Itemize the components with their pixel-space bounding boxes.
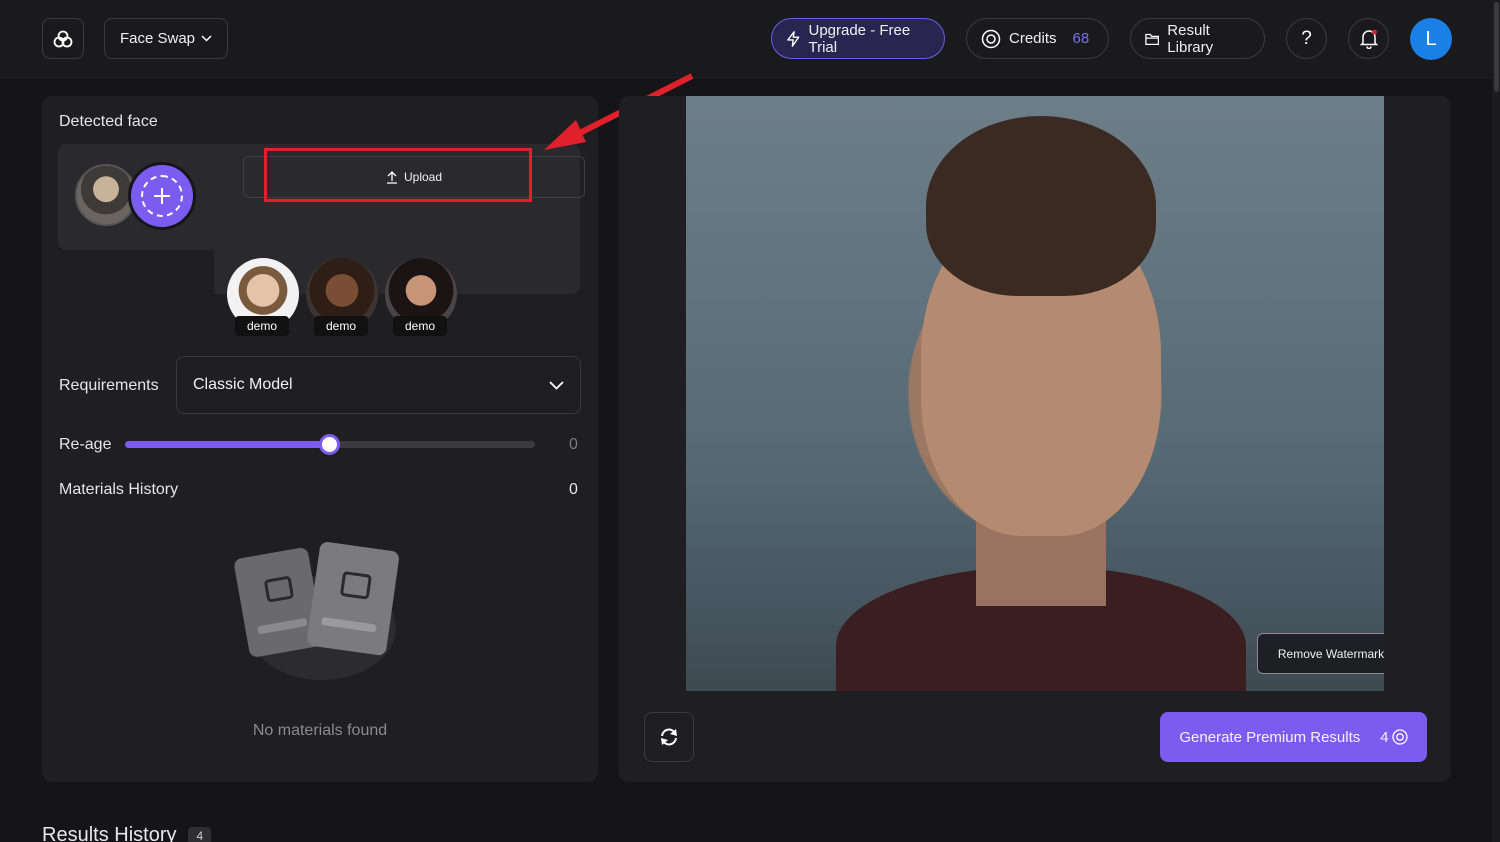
app-logo-icon (53, 30, 73, 47)
settings-panel: Detected face Upload demo demo demo Requ… (42, 96, 598, 782)
reage-value: 0 (569, 436, 578, 453)
folder-icon (1145, 33, 1160, 45)
result-library-label: Result Library (1167, 21, 1214, 56)
credits-label: Credits (1009, 30, 1057, 47)
generate-label: Generate Premium Results (1179, 728, 1361, 746)
lightning-icon (787, 30, 800, 47)
results-history-label: Results History (42, 824, 177, 842)
generate-cost: 4 (1380, 728, 1408, 746)
demo-face-2[interactable]: demo (306, 258, 378, 336)
credits-value: 68 (1072, 30, 1090, 47)
materials-history-count: 0 (569, 481, 578, 498)
chevron-down-icon (201, 35, 212, 42)
tool-dropdown[interactable]: Face Swap (104, 18, 228, 59)
preview-image: Remove Watermark (686, 96, 1384, 691)
question-mark-icon: ? (1301, 27, 1312, 49)
help-button[interactable]: ? (1286, 18, 1327, 59)
refresh-button[interactable] (644, 712, 694, 762)
empty-materials-text: No materials found (252, 722, 388, 739)
preview-panel: Remove Watermark Generate Premium Result… (619, 96, 1451, 782)
tool-dropdown-label: Face Swap (119, 30, 196, 47)
demo-tag: demo (314, 316, 368, 336)
empty-materials-illustration (232, 536, 412, 686)
model-dropdown[interactable]: Classic Model (176, 356, 581, 414)
reage-slider-fill (125, 441, 330, 448)
results-history-count: 4 (188, 826, 212, 842)
scrollbar-thumb[interactable] (1494, 2, 1499, 92)
detected-face-label: Detected face (59, 113, 158, 130)
result-library-button[interactable]: Result Library (1130, 18, 1265, 59)
refresh-icon (661, 728, 677, 746)
materials-history-label: Materials History (59, 481, 179, 498)
top-bar: Face Swap Upgrade - Free Trial Credits 6… (0, 0, 1500, 78)
reage-label: Re-age (59, 436, 112, 453)
page-scrollbar[interactable] (1492, 0, 1500, 842)
demo-tag: demo (235, 316, 289, 336)
preview-hair (926, 116, 1156, 296)
logo-button[interactable] (42, 18, 84, 59)
credits-button[interactable]: Credits 68 (966, 18, 1109, 59)
chevron-down-icon (549, 380, 564, 390)
notifications-button[interactable] (1348, 18, 1389, 59)
model-dropdown-value: Classic Model (193, 376, 293, 393)
credits-coin-icon (981, 29, 1001, 48)
annotation-highlight-box (264, 148, 532, 202)
results-history-heading: Results History 4 (42, 824, 212, 842)
upgrade-button[interactable]: Upgrade - Free Trial (771, 18, 945, 59)
plus-icon (141, 175, 183, 217)
generate-button[interactable]: Generate Premium Results 4 (1160, 712, 1427, 762)
reage-slider-handle[interactable] (319, 434, 340, 455)
user-avatar[interactable]: L (1410, 18, 1452, 60)
remove-watermark-label: Remove Watermark (1277, 646, 1384, 661)
requirements-label: Requirements (59, 377, 159, 394)
demo-tag: demo (393, 316, 447, 336)
generate-cost-value: 4 (1380, 728, 1389, 746)
reage-slider[interactable] (125, 434, 535, 455)
upgrade-label: Upgrade - Free Trial (808, 21, 911, 56)
credits-coin-icon (1391, 729, 1408, 745)
add-face-button[interactable] (128, 162, 196, 230)
demo-face-3[interactable]: demo (385, 258, 457, 336)
bell-icon (1359, 29, 1378, 49)
demo-face-1[interactable]: demo (227, 258, 299, 336)
remove-watermark-button[interactable]: Remove Watermark (1257, 633, 1384, 674)
